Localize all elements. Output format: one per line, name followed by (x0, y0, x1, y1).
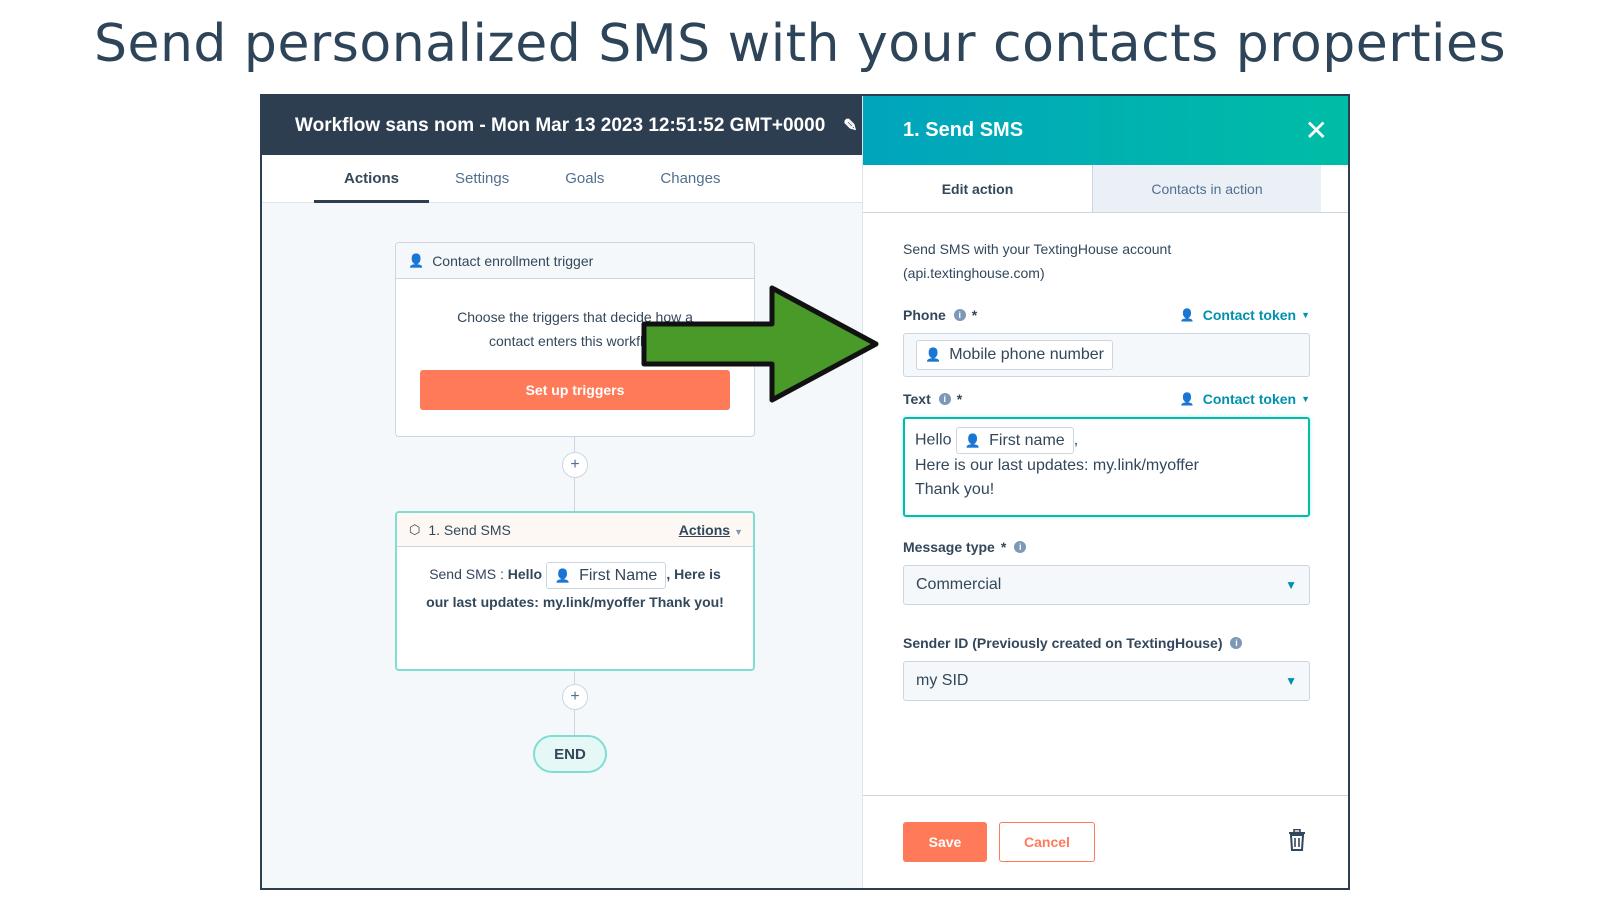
actions-link-label: Actions (678, 521, 731, 538)
contact-icon: 👤 (925, 347, 942, 362)
add-action-button[interactable]: + (562, 452, 588, 478)
phone-field-row: Phone i * 👤 Contact token ▼ (903, 307, 1310, 323)
green-arrow-icon (641, 285, 879, 403)
chevron-down-icon: ▼ (1301, 310, 1310, 320)
text-line-2: Here is our last updates: my.link/myoffe… (915, 457, 1199, 474)
chevron-down-icon: ▼ (1301, 394, 1310, 404)
text-hello: Hello (915, 431, 952, 449)
sms-card-body: Send SMS : Hello 👤 First Name, Here is ou… (397, 547, 753, 616)
tab-edit-action[interactable]: Edit action (863, 165, 1092, 212)
cube-icon: ⬡ (409, 521, 421, 537)
sms-card-header: ⬡ 1. Send SMS Actions ▼ (397, 513, 753, 547)
chevron-down-icon: ▼ (1285, 674, 1297, 688)
tab-changes[interactable]: Changes (660, 155, 720, 202)
connector-line (574, 478, 575, 511)
info-icon[interactable]: i (938, 393, 951, 405)
contact-icon: 👤 (408, 252, 425, 268)
edit-action-panel: 1. Send SMS ✕ Edit action Contacts in ac… (862, 96, 1348, 888)
pencil-icon[interactable]: ✎ (843, 116, 857, 136)
tab-contacts-in-action[interactable]: Contacts in action (1092, 165, 1321, 212)
add-action-button[interactable]: + (562, 684, 588, 710)
text-comma: , (1073, 431, 1079, 449)
text-contact-token-dropdown[interactable]: 👤 Contact token ▼ (1180, 391, 1310, 407)
text-line-3: Thank you! (915, 481, 995, 498)
panel-footer: Save Cancel (863, 795, 1348, 888)
page-headline: Send personalized SMS with your contacts… (93, 14, 1507, 74)
chevron-down-icon: ▼ (1285, 578, 1297, 592)
workflow-tabs: Actions Settings Goals Changes (262, 155, 880, 203)
tab-actions[interactable]: Actions (313, 155, 430, 203)
end-node: END (533, 735, 607, 773)
phone-label: Phone (903, 307, 946, 323)
info-icon[interactable]: i (953, 309, 966, 321)
phone-contact-token-dropdown[interactable]: 👤 Contact token ▼ (1180, 307, 1310, 323)
sms-prefix: Send SMS : (429, 566, 508, 582)
required-marker: * (971, 307, 978, 323)
actions-dropdown-link[interactable]: Actions ▼ (679, 522, 743, 538)
sender-id-label: Sender ID (Previously created on Texting… (903, 635, 1223, 651)
text-label: Text (903, 391, 931, 407)
sender-id-row: Sender ID (Previously created on Texting… (903, 635, 1310, 651)
contact-icon: 👤 (1179, 392, 1195, 406)
trigger-card-title: Contact enrollment trigger (432, 252, 594, 269)
token-label: First Name (579, 566, 658, 584)
info-icon[interactable]: i (1014, 541, 1027, 553)
sms-hello: Hello (507, 566, 543, 582)
workflow-title[interactable]: Workflow sans nom - Mon Mar 13 2023 12:5… (295, 115, 825, 137)
workflow-canvas: Workflow sans nom - Mon Mar 13 2023 12:5… (262, 96, 880, 888)
sms-text-editor[interactable]: Hello 👤 First name, Here is our last upda… (903, 417, 1310, 517)
panel-body: Send SMS with your TextingHouse account … (863, 237, 1348, 701)
contact-icon: 👤 (1179, 308, 1195, 322)
mobile-phone-token[interactable]: 👤 Mobile phone number (916, 340, 1113, 370)
panel-header: 1. Send SMS ✕ (863, 96, 1348, 165)
contact-token-label: Contact token (1202, 307, 1297, 323)
token-label: Mobile phone number (949, 346, 1104, 363)
app-frame: Workflow sans nom - Mon Mar 13 2023 12:5… (260, 94, 1350, 890)
message-type-value: Commercial (916, 576, 1002, 593)
save-button[interactable]: Save (903, 822, 987, 862)
panel-description: Send SMS with your TextingHouse account … (903, 241, 1172, 281)
contact-icon: 👤 (964, 432, 982, 448)
phone-input[interactable]: 👤 Mobile phone number (903, 333, 1310, 377)
workflow-header: Workflow sans nom - Mon Mar 13 2023 12:5… (262, 96, 880, 155)
trigger-card-header: 👤 Contact enrollment trigger (396, 243, 754, 279)
text-field-row: Text i * 👤 Contact token ▼ (903, 391, 1310, 407)
sms-card-title: 1. Send SMS (428, 521, 511, 538)
contact-icon: 👤 (554, 567, 572, 583)
tab-settings[interactable]: Settings (455, 155, 509, 202)
message-type-select[interactable]: Commercial ▼ (903, 565, 1310, 605)
required-marker: * (1000, 539, 1007, 555)
text-line-1: Hello 👤 First name, (915, 427, 1298, 454)
token-label: First name (989, 431, 1065, 449)
sender-id-value: my SID (916, 672, 969, 689)
first-name-token[interactable]: 👤 First name (955, 427, 1074, 454)
panel-title: 1. Send SMS (903, 119, 1024, 141)
close-icon[interactable]: ✕ (1305, 114, 1328, 147)
chevron-down-icon: ▼ (734, 526, 743, 537)
message-type-row: Message type * i (903, 539, 1310, 555)
contact-token-label: Contact token (1202, 391, 1297, 407)
first-name-token: 👤 First Name (545, 561, 667, 589)
panel-tabs: Edit action Contacts in action (863, 165, 1348, 213)
required-marker: * (956, 391, 963, 407)
trash-icon[interactable] (1288, 828, 1306, 856)
cancel-button[interactable]: Cancel (999, 822, 1095, 862)
info-icon[interactable]: i (1230, 637, 1243, 649)
send-sms-action-card[interactable]: ⬡ 1. Send SMS Actions ▼ Send SMS : Hello … (395, 511, 755, 671)
sender-id-select[interactable]: my SID ▼ (903, 661, 1310, 701)
tab-goals[interactable]: Goals (565, 155, 604, 202)
message-type-label: Message type (903, 539, 995, 555)
